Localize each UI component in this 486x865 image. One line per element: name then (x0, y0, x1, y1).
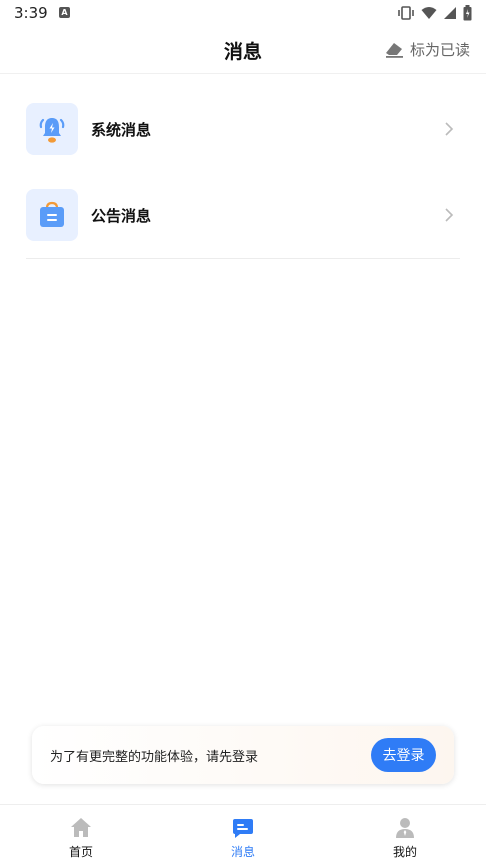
chevron-right-icon (445, 122, 454, 136)
bottom-tab-bar: 首页 消息 我的 (0, 804, 486, 865)
announcements-label: 公告消息 (91, 206, 152, 225)
bell-icon (39, 118, 65, 143)
signal-icon (444, 7, 456, 19)
login-button[interactable]: 去登录 (371, 738, 436, 772)
tab-home[interactable]: 首页 (51, 817, 111, 860)
list-item-system-messages[interactable]: 系统消息 (26, 86, 460, 172)
message-category-list: 系统消息 公告消息 (26, 86, 460, 259)
profile-icon (396, 818, 414, 838)
mark-all-read-label: 标为已读 (409, 41, 470, 59)
chevron-right-icon (445, 208, 454, 222)
notification-badge-icon: A (59, 7, 70, 18)
status-icons (397, 5, 472, 21)
status-bar: 3:39 A (0, 0, 486, 26)
system-message-icon-box (26, 103, 78, 155)
list-item-announcements[interactable]: 公告消息 (26, 172, 460, 258)
announcement-icon-box (26, 189, 78, 241)
app-header: 消息 标为已读 (0, 26, 486, 74)
wifi-icon (421, 7, 437, 19)
eraser-icon (385, 43, 403, 58)
login-prompt-text: 为了有更完整的功能体验，请先登录 (50, 750, 259, 765)
battery-icon (463, 5, 472, 21)
login-prompt-banner: 为了有更完整的功能体验，请先登录 去登录 (32, 726, 454, 784)
announcement-bag-icon (40, 201, 64, 227)
home-icon (71, 818, 91, 837)
tab-home-label: 首页 (68, 845, 93, 859)
tab-messages-label: 消息 (230, 845, 255, 859)
tab-messages[interactable]: 消息 (213, 817, 273, 860)
message-icon (233, 819, 253, 838)
vibrate-icon (398, 6, 414, 20)
status-time: 3:39 (14, 4, 48, 22)
tab-profile-label: 我的 (392, 845, 417, 859)
tab-profile[interactable]: 我的 (375, 817, 435, 860)
mark-all-read-button[interactable]: 标为已读 (385, 39, 470, 60)
system-messages-label: 系统消息 (91, 120, 152, 139)
